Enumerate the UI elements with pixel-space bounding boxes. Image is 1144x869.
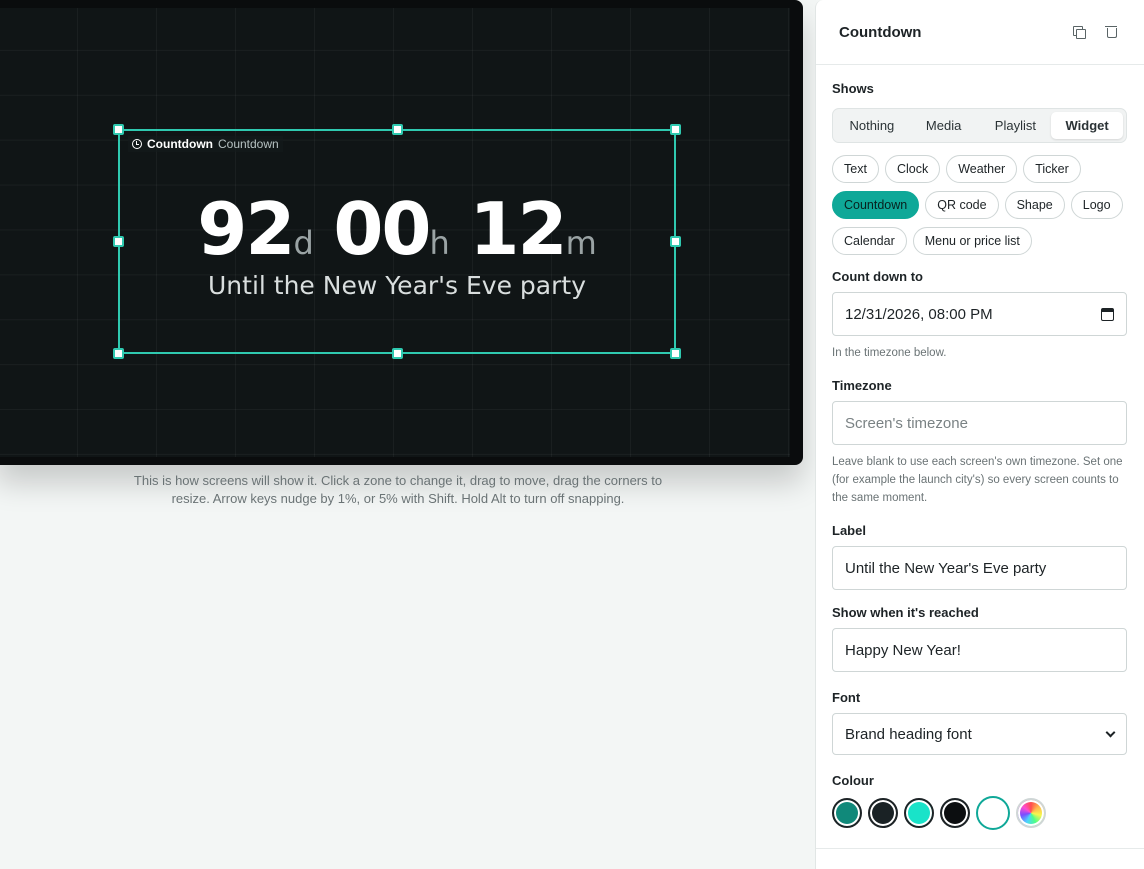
timezone-input[interactable]: Screen's timezone xyxy=(832,401,1127,445)
colour-swatch-teal[interactable] xyxy=(832,798,862,828)
duplicate-icon[interactable] xyxy=(1068,21,1090,43)
widget-chip-weather[interactable]: Weather xyxy=(946,155,1018,183)
shows-option-playlist[interactable]: Playlist xyxy=(980,112,1052,139)
shows-option-widget[interactable]: Widget xyxy=(1051,112,1123,139)
widget-chip-ticker[interactable]: Ticker xyxy=(1023,155,1081,183)
panel-title: Countdown xyxy=(839,23,922,41)
countdown-days: 92 xyxy=(197,187,295,271)
timezone-label: Timezone xyxy=(832,378,892,393)
countdown-hours: 00 xyxy=(333,187,431,271)
reached-input-value: Happy New Year! xyxy=(845,641,961,659)
zone-tag-kind: Countdown xyxy=(217,137,279,151)
resize-handle-bottom-right[interactable] xyxy=(670,348,681,359)
colour-swatch-aqua[interactable] xyxy=(904,798,934,828)
resize-handle-top-right[interactable] xyxy=(670,124,681,135)
countdown-zone[interactable]: Countdown Countdown 92d 00h 12m Until th… xyxy=(113,124,681,359)
resize-handle-left[interactable] xyxy=(113,236,124,247)
font-field-label: Font xyxy=(832,690,861,705)
panel-header: Countdown xyxy=(816,0,1144,65)
reached-input[interactable]: Happy New Year! xyxy=(832,628,1127,672)
label-input[interactable]: Until the New Year's Eve party xyxy=(832,546,1127,590)
zone-tag-title: Countdown xyxy=(147,137,213,151)
trash-icon[interactable] xyxy=(1100,21,1122,43)
resize-handle-right[interactable] xyxy=(670,236,681,247)
screen-grid[interactable]: Countdown Countdown 92d 00h 12m Until th… xyxy=(0,8,790,457)
shows-label: Shows xyxy=(832,81,874,96)
resize-handle-top-left[interactable] xyxy=(113,124,124,135)
colour-swatches xyxy=(832,796,1127,830)
chevron-down-icon xyxy=(1105,727,1116,737)
countdown-label: Until the New Year's Eve party xyxy=(208,271,586,300)
count-down-to-hint: In the timezone below. xyxy=(832,347,947,359)
reached-field-label: Show when it's reached xyxy=(832,605,979,620)
shows-option-media[interactable]: Media xyxy=(908,112,980,139)
widget-chip-menu-price-list[interactable]: Menu or price list xyxy=(912,227,1032,255)
widget-chip-countdown[interactable]: Countdown xyxy=(832,191,920,219)
colour-swatch-white[interactable] xyxy=(976,796,1010,830)
resize-handle-top[interactable] xyxy=(392,124,403,135)
font-select[interactable]: Brand heading font xyxy=(832,713,1127,755)
resize-handle-bottom[interactable] xyxy=(392,348,403,359)
countdown-minutes: 12 xyxy=(469,187,567,271)
countdown-hours-unit: h xyxy=(429,224,450,262)
colour-picker-custom[interactable] xyxy=(1016,798,1046,828)
timezone-placeholder: Screen's timezone xyxy=(845,414,968,432)
widget-chip-clock[interactable]: Clock xyxy=(884,155,941,183)
count-down-to-input[interactable]: 12/31/2026, 08:00 PM xyxy=(832,292,1127,336)
widget-chips: Text Clock Weather Ticker Countdown QR c… xyxy=(832,155,1127,255)
count-down-to-value: 12/31/2026, 08:00 PM xyxy=(845,305,993,323)
countdown-display: 92d 00h 12m xyxy=(120,187,674,271)
colour-swatch-charcoal[interactable] xyxy=(868,798,898,828)
canvas-area: Countdown Countdown 92d 00h 12m Until th… xyxy=(0,0,815,869)
calendar-icon[interactable] xyxy=(1101,307,1114,321)
properties-panel: Countdown Shows Nothing Media Playlist W… xyxy=(815,0,1144,869)
label-input-value: Until the New Year's Eve party xyxy=(845,559,1047,577)
colour-label: Colour xyxy=(832,773,874,788)
countdown-minutes-unit: m xyxy=(565,224,597,262)
shows-option-nothing[interactable]: Nothing xyxy=(836,112,908,139)
widget-chip-logo[interactable]: Logo xyxy=(1070,191,1123,219)
count-down-to-label: Count down to xyxy=(832,269,923,284)
shows-segmented-control: Nothing Media Playlist Widget xyxy=(832,108,1127,143)
widget-chip-qr-code[interactable]: QR code xyxy=(925,191,999,219)
widget-chip-shape[interactable]: Shape xyxy=(1004,191,1065,219)
canvas-help-text: This is how screens will show it. Click … xyxy=(133,473,663,506)
colour-swatch-black[interactable] xyxy=(940,798,970,828)
countdown-days-unit: d xyxy=(293,224,314,262)
widget-chip-text[interactable]: Text xyxy=(832,155,879,183)
font-select-value: Brand heading font xyxy=(845,725,972,743)
clock-icon xyxy=(132,139,142,149)
widget-chip-calendar[interactable]: Calendar xyxy=(832,227,907,255)
label-field-label: Label xyxy=(832,523,866,538)
panel-divider xyxy=(816,848,1144,849)
timezone-hint: Leave blank to use each screen's own tim… xyxy=(832,456,1123,504)
resize-handle-bottom-left[interactable] xyxy=(113,348,124,359)
zone-tag: Countdown Countdown xyxy=(128,136,283,152)
screen-preview: Countdown Countdown 92d 00h 12m Until th… xyxy=(0,0,803,465)
